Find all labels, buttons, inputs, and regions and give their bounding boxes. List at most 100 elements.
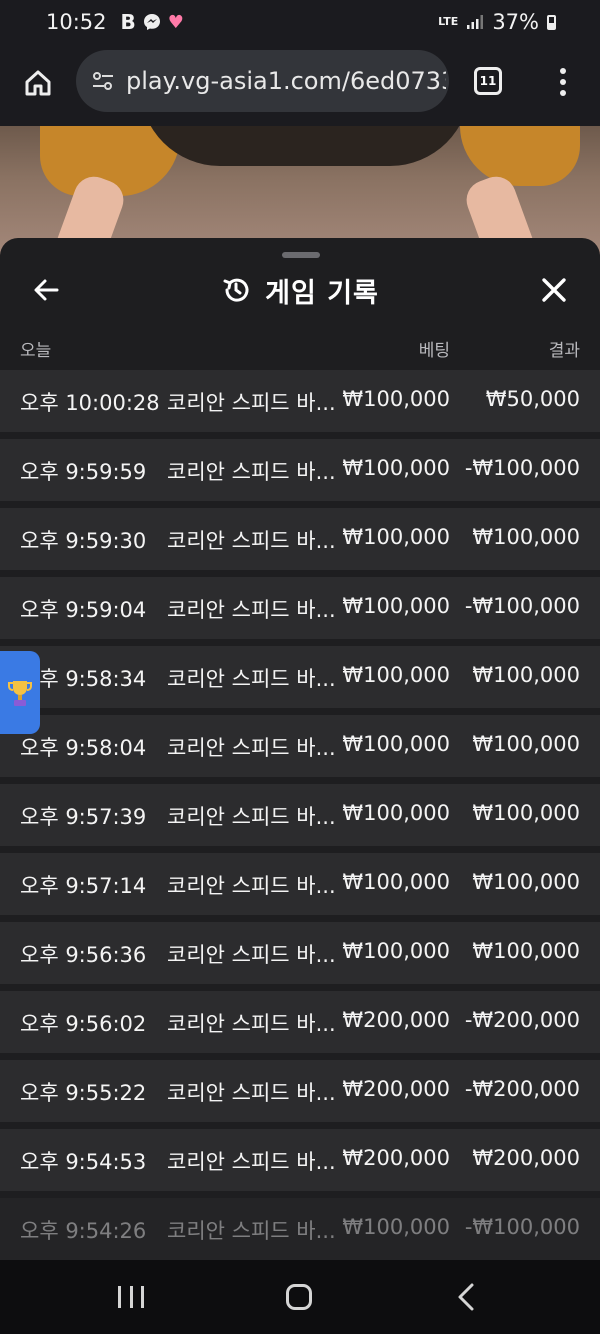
- url-text[interactable]: play.vg-asia1.com/6ed0733c: [126, 67, 446, 95]
- row-time: 오후 9:59:04: [20, 598, 147, 622]
- close-button[interactable]: [538, 274, 570, 306]
- trophy-tab[interactable]: [0, 651, 40, 734]
- row-result: ₩200,000: [472, 1146, 580, 1170]
- row-bet: ₩100,000: [342, 456, 450, 480]
- history-list: 오후 10:00:28 코리안 스피드 바... ₩100,000 ₩50,00…: [0, 370, 600, 1260]
- row-result: ₩50,000: [485, 387, 580, 411]
- row-result: ₩100,000: [472, 801, 580, 825]
- row-result: -₩200,000: [464, 1077, 580, 1101]
- row-game: 코리안 스피드 바...: [167, 943, 336, 967]
- home-nav-button[interactable]: [286, 1284, 312, 1310]
- row-time: 오후 9:58:04: [20, 736, 147, 760]
- row-game: 코리안 스피드 바...: [167, 874, 336, 898]
- b-app-icon: B: [120, 10, 136, 34]
- history-row[interactable]: 오후 9:58:04 코리안 스피드 바... ₩100,000 ₩100,00…: [0, 715, 600, 777]
- row-bet: ₩200,000: [342, 1077, 450, 1101]
- row-game: 코리안 스피드 바...: [167, 391, 336, 415]
- row-game: 코리안 스피드 바...: [167, 1081, 336, 1105]
- row-time: 오후 9:59:59: [20, 460, 147, 484]
- row-bet: ₩100,000: [342, 663, 450, 687]
- battery-percent: 37%: [492, 10, 539, 34]
- header-bet: 베팅: [418, 341, 450, 361]
- row-bet: ₩100,000: [342, 387, 450, 411]
- system-nav-bar: [0, 1260, 600, 1334]
- header-today: 오늘: [20, 341, 52, 361]
- status-left: 10:52 B ♥: [46, 10, 184, 34]
- game-background: [0, 126, 600, 256]
- history-row[interactable]: 오후 9:56:02 코리안 스피드 바... ₩200,000 -₩200,0…: [0, 991, 600, 1053]
- history-row[interactable]: 오후 9:57:39 코리안 스피드 바... ₩100,000 ₩100,00…: [0, 784, 600, 846]
- notification-icons: B ♥: [121, 10, 184, 34]
- history-row[interactable]: 오후 9:55:22 코리안 스피드 바... ₩200,000 -₩200,0…: [0, 1060, 600, 1122]
- status-time: 10:52: [46, 10, 107, 34]
- tabs-button[interactable]: 11: [474, 67, 502, 95]
- history-row[interactable]: 오후 9:59:04 코리안 스피드 바... ₩100,000 -₩100,0…: [0, 577, 600, 639]
- row-time: 오후 9:57:39: [20, 805, 147, 829]
- row-game: 코리안 스피드 바...: [167, 1219, 336, 1243]
- sheet-title: 게임 기록: [265, 277, 379, 309]
- tune-icon[interactable]: [90, 68, 116, 94]
- row-game: 코리안 스피드 바...: [167, 598, 336, 622]
- row-time: 오후 9:55:22: [20, 1081, 147, 1105]
- row-time: 오후 9:59:30: [20, 529, 147, 553]
- battery-icon: [547, 14, 556, 30]
- history-row[interactable]: 오후 9:58:34 코리안 스피드 바... ₩100,000 ₩100,00…: [0, 646, 600, 708]
- row-game: 코리안 스피드 바...: [167, 667, 336, 691]
- row-result: ₩100,000: [472, 525, 580, 549]
- row-game: 코리안 스피드 바...: [167, 1012, 336, 1036]
- messenger-icon: [143, 14, 160, 30]
- row-result: ₩100,000: [472, 939, 580, 963]
- row-time: 오후 9:57:14: [20, 874, 147, 898]
- sheet-header: 게임 기록: [0, 268, 600, 312]
- history-row[interactable]: 오후 9:57:14 코리안 스피드 바... ₩100,000 ₩100,00…: [0, 853, 600, 915]
- heart-icon: ♥: [167, 11, 184, 33]
- row-game: 코리안 스피드 바...: [167, 529, 336, 553]
- drag-handle[interactable]: [282, 252, 320, 258]
- row-bet: ₩100,000: [342, 594, 450, 618]
- header-result: 결과: [548, 341, 580, 361]
- game-history-sheet: 게임 기록 오늘 베팅 결과 오후 10:00:28 코리안 스피드 바... …: [0, 238, 600, 1260]
- row-bet: ₩100,000: [342, 732, 450, 756]
- history-row[interactable]: 오후 9:54:26 코리안 스피드 바... ₩100,000 -₩100,0…: [0, 1198, 600, 1260]
- row-game: 코리안 스피드 바...: [167, 736, 336, 760]
- trophy-icon: [8, 680, 32, 706]
- row-result: -₩100,000: [464, 456, 580, 480]
- row-game: 코리안 스피드 바...: [167, 460, 336, 484]
- more-vert-icon[interactable]: [556, 64, 570, 100]
- row-result: ₩100,000: [472, 732, 580, 756]
- row-bet: ₩100,000: [342, 1215, 450, 1239]
- arrow-left-icon: [34, 279, 59, 301]
- row-bet: ₩100,000: [342, 525, 450, 549]
- row-game: 코리안 스피드 바...: [167, 1150, 336, 1174]
- home-button[interactable]: [20, 65, 56, 101]
- row-result: -₩100,000: [464, 594, 580, 618]
- history-row[interactable]: 오후 10:00:28 코리안 스피드 바... ₩100,000 ₩50,00…: [0, 370, 600, 432]
- title-group: 게임 기록: [221, 271, 379, 310]
- row-result: ₩100,000: [472, 870, 580, 894]
- row-bet: ₩100,000: [342, 870, 450, 894]
- row-time: 오후 9:56:36: [20, 943, 147, 967]
- lte-icon: LTE: [438, 15, 459, 28]
- history-row[interactable]: 오후 9:59:59 코리안 스피드 바... ₩100,000 -₩100,0…: [0, 439, 600, 501]
- back-nav-icon[interactable]: [456, 1282, 476, 1312]
- row-bet: ₩100,000: [342, 939, 450, 963]
- tab-count: 11: [479, 74, 497, 88]
- back-button[interactable]: [30, 274, 62, 306]
- browser-toolbar: play.vg-asia1.com/6ed0733c 11: [0, 44, 600, 126]
- recent-apps-button[interactable]: [118, 1286, 144, 1308]
- row-bet: ₩100,000: [342, 801, 450, 825]
- row-bet: ₩200,000: [342, 1146, 450, 1170]
- row-result: -₩100,000: [464, 1215, 580, 1239]
- address-bar[interactable]: play.vg-asia1.com/6ed0733c: [76, 50, 449, 112]
- row-time: 오후 9:56:02: [20, 1012, 147, 1036]
- history-row[interactable]: 오후 9:56:36 코리안 스피드 바... ₩100,000 ₩100,00…: [0, 922, 600, 984]
- row-time: 오후 9:54:26: [20, 1219, 147, 1243]
- close-icon: [542, 278, 566, 302]
- row-game: 코리안 스피드 바...: [167, 805, 336, 829]
- history-row[interactable]: 오후 9:59:30 코리안 스피드 바... ₩100,000 ₩100,00…: [0, 508, 600, 570]
- status-bar: 10:52 B ♥ LTE 37%: [0, 0, 600, 44]
- status-right: LTE 37%: [438, 10, 556, 34]
- history-row[interactable]: 오후 9:54:53 코리안 스피드 바... ₩200,000 ₩200,00…: [0, 1129, 600, 1191]
- column-headers: 오늘 베팅 결과: [0, 332, 600, 362]
- row-result: -₩200,000: [464, 1008, 580, 1032]
